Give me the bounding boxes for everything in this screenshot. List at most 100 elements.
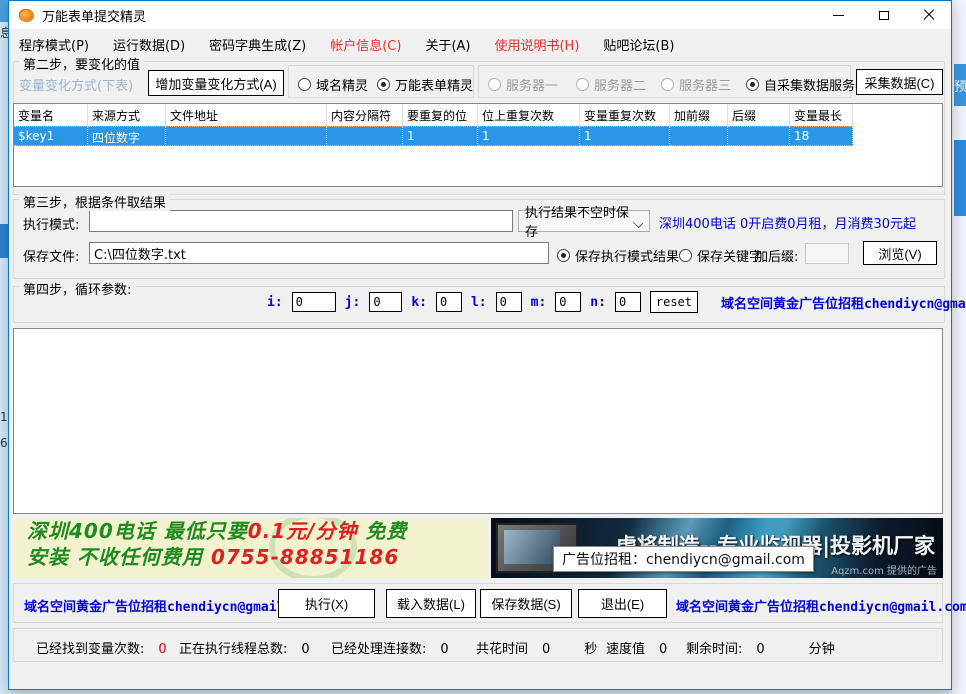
col-header[interactable]: 后缀: [728, 104, 790, 126]
param-k-label: k:: [411, 295, 427, 310]
execute-button[interactable]: 执行(X): [278, 589, 375, 618]
cell-var-repeat-count[interactable]: 1: [580, 126, 670, 146]
close-icon: [923, 9, 935, 21]
radio-server-2: 服务器二: [576, 75, 646, 94]
banner-ad-right[interactable]: 虎将制造--专业监视器|投影机厂家 广告位招租：chendiycn@gmail.…: [491, 518, 943, 578]
add-variable-button[interactable]: 增加变量变化方式(A): [148, 70, 284, 96]
save-condition-dropdown[interactable]: 执行结果不空时保存: [518, 210, 650, 232]
save-file-input[interactable]: [89, 242, 549, 264]
cell-suffix[interactable]: [728, 126, 790, 146]
col-header[interactable]: 要重复的位: [403, 104, 478, 126]
background-window-right-sliver: 预: [952, 0, 966, 694]
col-header[interactable]: 变量最长: [790, 104, 853, 126]
collect-data-button[interactable]: 采集数据(C): [856, 69, 943, 95]
close-button[interactable]: [906, 1, 951, 29]
param-j-input[interactable]: [369, 292, 402, 312]
radio-save-keyword[interactable]: 保存关键字: [679, 246, 762, 265]
radio-save-exec-result[interactable]: 保存执行模式结果: [557, 246, 679, 265]
maximize-button[interactable]: [861, 1, 906, 29]
step2-legend: 第二步，要变化的值: [19, 54, 144, 73]
col-header[interactable]: 加前缀: [670, 104, 728, 126]
col-header[interactable]: 内容分隔符: [327, 104, 403, 126]
action-ad-left[interactable]: 域名空间黄金广告位招租chendiycn@gmail.com: [24, 596, 316, 615]
exec-mode-label: 执行模式:: [23, 214, 79, 233]
cell-digit-repeat-count[interactable]: 1: [478, 126, 580, 146]
col-header[interactable]: 文件地址: [166, 104, 327, 126]
maximize-icon: [879, 11, 889, 20]
suffix-label: 加后缀:: [755, 246, 798, 265]
cell-file-path[interactable]: [166, 126, 327, 146]
table-row-selected[interactable]: $key1 四位数字 1 1 1 18: [14, 126, 942, 146]
exit-button[interactable]: 退出(E): [578, 589, 667, 618]
param-m-label: m:: [531, 295, 547, 310]
cell-prefix[interactable]: [670, 126, 728, 146]
radio-server-1: 服务器一: [488, 75, 558, 94]
param-i-label: i:: [267, 295, 283, 310]
menu-bar: 程序模式(P) 运行数据(D) 密码字典生成(Z) 帐户信息(C) 关于(A) …: [9, 29, 951, 59]
promo-text-400[interactable]: 深圳400电话 0开启费0月租，月消费30元起: [659, 213, 916, 232]
radio-checked-icon: [746, 78, 759, 91]
menu-run-data[interactable]: 运行数据(D): [113, 35, 185, 54]
col-header[interactable]: 来源方式: [88, 104, 166, 126]
minimize-button[interactable]: [816, 1, 861, 29]
menu-password-dict[interactable]: 密码字典生成(Z): [209, 35, 306, 54]
banner-credit: Aqzm.com 提供的广告: [831, 562, 937, 577]
background-text-fragment: 6: [0, 436, 8, 450]
radio-form-spirit[interactable]: 万能表单精灵: [377, 75, 473, 94]
step2-hint-label: 变量变化方式(下表): [19, 75, 133, 94]
status-found-vars: 已经找到变量次数:0: [36, 638, 167, 657]
action-row: 域名空间黄金广告位招租chendiycn@gmail.com 执行(X) 载入数…: [13, 583, 943, 623]
cell-variable-name[interactable]: $key1: [14, 126, 88, 146]
banner-ad-left[interactable]: 深圳400电话 最低只要0.1元/分钟 免费 安装 不收任何费用 0755-88…: [13, 518, 487, 578]
param-n-label: n:: [590, 295, 606, 310]
radio-domain-spirit[interactable]: 域名精灵: [298, 75, 368, 94]
radio-server-3: 服务器三: [661, 75, 731, 94]
param-n-input[interactable]: [615, 292, 641, 312]
menu-program-mode[interactable]: 程序模式(P): [19, 35, 89, 54]
col-header[interactable]: 变量名: [14, 104, 88, 126]
result-textarea[interactable]: [13, 328, 943, 514]
status-threads: 正在执行线程总数:0: [179, 638, 310, 657]
menu-account-info[interactable]: 帐户信息(C): [330, 35, 401, 54]
cell-separator[interactable]: [327, 126, 403, 146]
reset-button[interactable]: reset: [650, 291, 698, 313]
cell-max-length[interactable]: 18: [790, 126, 853, 146]
save-data-button[interactable]: 保存数据(S): [480, 589, 572, 618]
param-l-input[interactable]: [496, 292, 522, 312]
main-window: 万能表单提交精灵 程序模式(P) 运行数据(D) 密码字典生成(Z) 帐户信息(…: [8, 0, 952, 690]
param-k-input[interactable]: [436, 292, 462, 312]
menu-manual[interactable]: 使用说明书(H): [494, 35, 579, 54]
radio-self-collect-server[interactable]: 自采集数据服务器: [746, 75, 868, 94]
promo-text-domain[interactable]: 域名空间黄金广告位招租chendiycn@gmail.com: [721, 293, 966, 312]
menu-about[interactable]: 关于(A): [425, 35, 470, 54]
exec-mode-input[interactable]: [89, 210, 513, 232]
col-header[interactable]: 变量重复次数: [580, 104, 670, 126]
col-header[interactable]: 位上重复次数: [478, 104, 580, 126]
status-connections: 已经处理连接数:0: [331, 638, 449, 657]
banner-tooltip: 广告位招租：chendiycn@gmail.com: [553, 546, 814, 572]
param-m-input[interactable]: [555, 292, 581, 312]
cell-filler: [853, 126, 942, 146]
background-window-fragment: [0, 224, 8, 258]
action-ad-right[interactable]: 域名空间黄金广告位招租chendiycn@gmail.com: [676, 596, 966, 615]
table-header-row: 变量名 来源方式 文件地址 内容分隔符 要重复的位 位上重复次数 变量重复次数 …: [14, 104, 942, 126]
variable-table[interactable]: 变量名 来源方式 文件地址 内容分隔符 要重复的位 位上重复次数 变量重复次数 …: [13, 103, 943, 187]
app-icon: [19, 9, 34, 22]
col-header-filler: [853, 104, 942, 126]
background-window-fragment: [954, 140, 966, 216]
param-j-label: j:: [345, 295, 361, 310]
title-bar[interactable]: 万能表单提交精灵: [9, 1, 951, 29]
radio-disabled-icon: [488, 78, 501, 91]
menu-forum[interactable]: 贴吧论坛(B): [603, 35, 674, 54]
status-bar: 已经找到变量次数:0 正在执行线程总数:0 已经处理连接数:0 共花时间0秒 速…: [13, 628, 943, 662]
cell-source-type[interactable]: 四位数字: [88, 126, 166, 146]
suffix-input[interactable]: [805, 243, 849, 264]
loop-params: i: j: k: l: m: n: reset 域名空间黄金广告位招租chend…: [267, 291, 966, 313]
load-data-button[interactable]: 载入数据(L): [386, 589, 476, 618]
browse-button[interactable]: 浏览(V): [863, 241, 937, 265]
save-file-label: 保存文件:: [23, 246, 79, 265]
radio-checked-icon: [557, 249, 570, 262]
param-i-input[interactable]: [292, 292, 336, 312]
cell-repeat-digit[interactable]: 1: [403, 126, 478, 146]
background-window-left-sliver: 息 1 6: [0, 0, 8, 694]
